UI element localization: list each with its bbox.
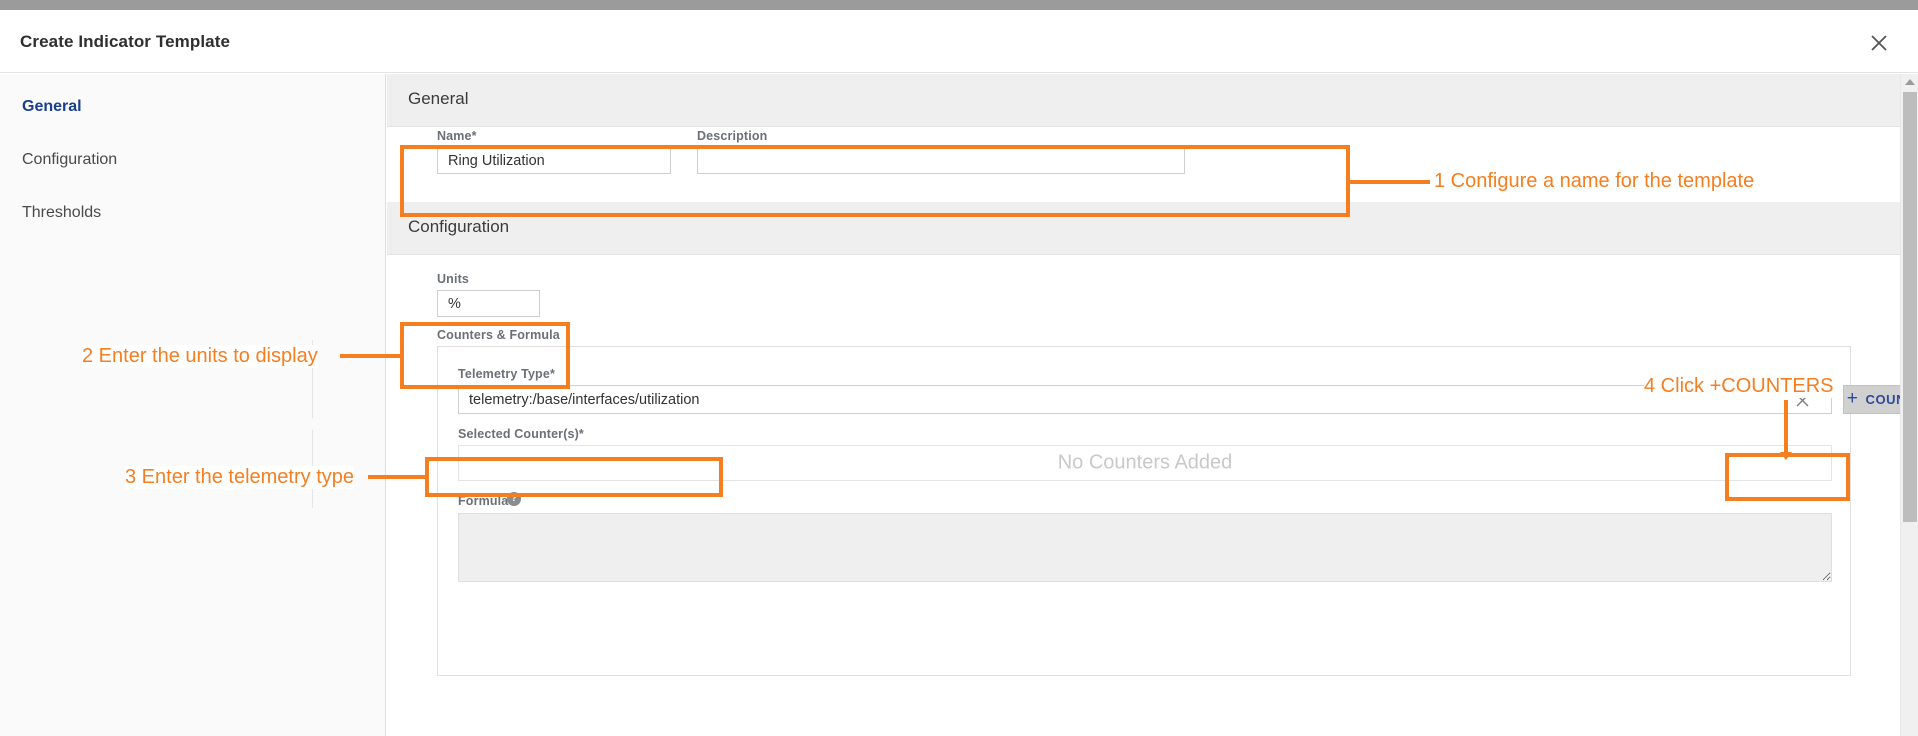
help-icon[interactable]: ? (507, 492, 521, 506)
sidebar-item-label: General (22, 98, 82, 115)
modal-content: General Name* Description Configuration … (387, 74, 1900, 736)
section-title: Configuration (408, 217, 510, 236)
selected-counters-box[interactable]: No Counters Added (458, 445, 1832, 481)
selected-counters-empty-text: No Counters Added (1057, 451, 1233, 474)
counters-formula-card: Telemetry Type* + COUNTERS Selected Coun… (437, 346, 1900, 676)
sidebar-item-thresholds[interactable]: Thresholds (22, 204, 101, 222)
section-header-general: General (387, 74, 1900, 127)
gutter-divider (312, 430, 313, 508)
sidebar-item-general[interactable]: General (22, 98, 82, 116)
sidebar-item-label: Thresholds (22, 204, 102, 221)
scrollbar-thumb[interactable] (1903, 92, 1917, 522)
formula-field-label: Formula (458, 494, 509, 508)
telemetry-type-input[interactable] (458, 385, 1832, 414)
help-icon-glyph: ? (510, 493, 518, 504)
name-field-label: Name* (437, 129, 477, 143)
sidebar-item-configuration[interactable]: Configuration (22, 151, 117, 169)
modal-titlebar: Create Indicator Template (0, 10, 1918, 73)
units-field-label: Units (437, 272, 469, 286)
selected-counters-field-label: Selected Counter(s)* (458, 427, 584, 441)
sidebar-item-label: Configuration (22, 151, 118, 168)
counters-formula-group-label: Counters & Formula (437, 328, 560, 342)
description-field-label: Description (697, 129, 768, 143)
clear-x-icon[interactable] (1791, 389, 1813, 411)
telemetry-type-field-label: Telemetry Type* (458, 367, 555, 381)
scroll-up-arrow-icon[interactable] (1905, 79, 1915, 85)
name-input[interactable] (437, 147, 671, 174)
formula-textarea[interactable] (458, 513, 1832, 582)
section-header-configuration: Configuration (387, 202, 1900, 255)
vertical-scrollbar[interactable] (1900, 74, 1918, 736)
browser-top-strip (0, 0, 1918, 10)
section-title: General (408, 89, 469, 108)
add-counters-button[interactable]: + COUNTERS (1843, 385, 1900, 414)
description-input[interactable] (697, 147, 1185, 174)
add-counters-button-label: COUNTERS (1865, 392, 1900, 407)
page-title: Create Indicator Template (20, 32, 231, 51)
modal-sidebar: General Configuration Thresholds (0, 74, 386, 736)
units-input[interactable] (437, 290, 540, 317)
gutter-divider (312, 340, 313, 418)
close-icon[interactable] (1862, 26, 1896, 60)
plus-icon: + (1846, 388, 1859, 409)
